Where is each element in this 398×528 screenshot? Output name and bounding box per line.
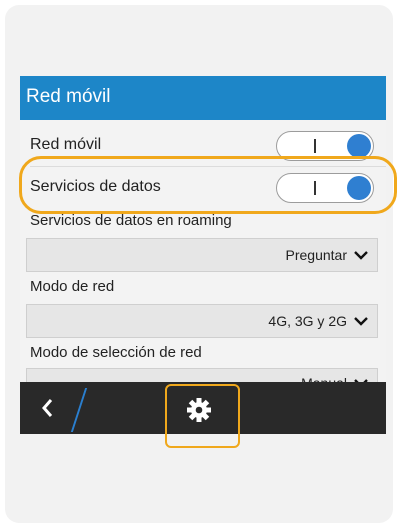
network-mode-value: 4G, 3G y 2G <box>268 313 347 329</box>
roaming-label: Servicios de datos en roaming <box>30 212 232 229</box>
title-bar: Red móvil <box>20 76 386 120</box>
roaming-dropdown[interactable]: Preguntar <box>26 238 378 272</box>
network-mode-dropdown[interactable]: 4G, 3G y 2G <box>26 304 378 338</box>
roaming-value: Preguntar <box>285 247 347 263</box>
network-mode-label: Modo de red <box>30 278 115 295</box>
chevron-down-icon <box>354 251 368 260</box>
page-frame: Red móvil Red móvil Servicios de datos S… <box>0 0 398 528</box>
settings-button-highlight <box>165 384 240 448</box>
network-selection-label: Modo de selección de red <box>30 344 202 361</box>
page-title: Red móvil <box>26 86 111 107</box>
toggle-knob <box>347 134 371 158</box>
back-divider <box>70 388 88 432</box>
data-services-highlight <box>19 156 397 214</box>
chevron-down-icon <box>354 317 368 326</box>
toggle-on-mark <box>314 139 316 153</box>
mobile-network-label: Red móvil <box>30 136 102 153</box>
phone-screen: Red móvil Red móvil Servicios de datos S… <box>20 76 386 434</box>
back-chevron-icon[interactable] <box>38 396 58 420</box>
